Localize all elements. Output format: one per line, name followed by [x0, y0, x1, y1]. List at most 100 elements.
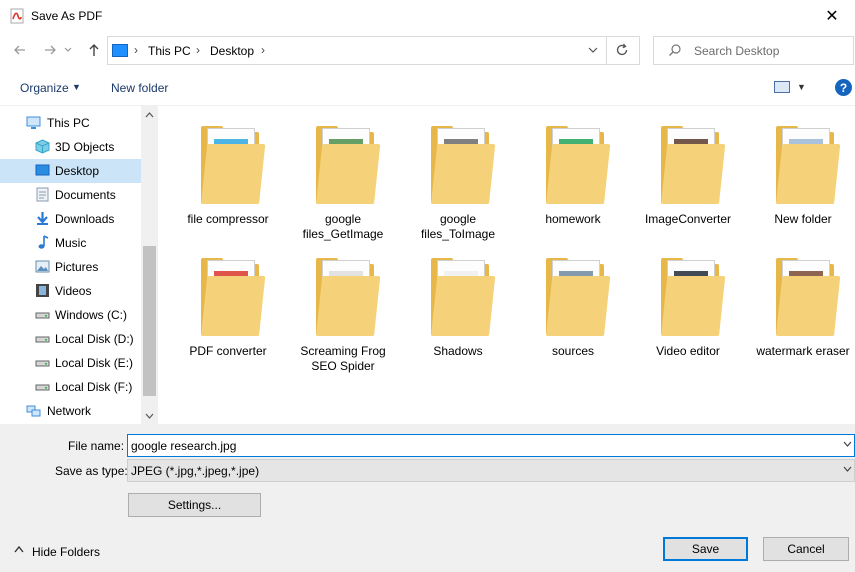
chevron-up-icon[interactable] [14, 545, 24, 555]
folder-item[interactable]: Video editor [632, 242, 744, 368]
folder-icon [776, 122, 841, 210]
sidebar-item-local-disk-e[interactable]: Local Disk (E:) [0, 351, 141, 375]
folder-icon [431, 122, 496, 210]
search-icon [669, 44, 681, 56]
sidebar-item-documents[interactable]: Documents [0, 183, 141, 207]
folder-icon [546, 122, 611, 210]
command-toolbar: Organize ▼ New folder ▼ ? [0, 70, 855, 106]
sidebar-item-label: Pictures [55, 260, 99, 274]
new-folder-button[interactable]: New folder [111, 81, 168, 95]
cancel-button[interactable]: Cancel [763, 537, 849, 561]
sidebar-item-label: This PC [47, 116, 90, 130]
folder-label: Shadows [433, 344, 483, 358]
save-button-label: Save [691, 542, 720, 556]
cancel-button-label: Cancel [787, 542, 825, 556]
folder-item[interactable]: New folder [747, 110, 855, 236]
download-icon [35, 211, 50, 226]
folder-icon [316, 122, 381, 210]
folder-item[interactable]: homework [517, 110, 629, 236]
search-input[interactable]: Search Desktop [653, 36, 854, 65]
film-icon [35, 283, 50, 298]
folder-item[interactable]: Shadows [402, 242, 514, 368]
breadcrumb-separator-icon[interactable]: › [261, 43, 265, 57]
chevron-down-icon [843, 464, 852, 475]
folder-label: watermark eraser [756, 344, 850, 358]
folder-label: file compressor [187, 212, 269, 226]
folder-item[interactable]: google files_ToImage [402, 110, 514, 241]
desktop-icon [35, 163, 50, 178]
sidebar-item-label: Local Disk (F:) [55, 380, 133, 394]
view-options-dropdown[interactable]: ▼ [797, 82, 806, 92]
settings-button[interactable]: Settings... [128, 493, 261, 517]
breadcrumb-desktop[interactable]: Desktop [210, 44, 254, 58]
sidebar-item-videos[interactable]: Videos [0, 279, 141, 303]
music-note-icon [35, 235, 50, 250]
folder-item[interactable]: sources [517, 242, 629, 368]
folder-label: sources [551, 344, 595, 358]
view-options-icon[interactable] [774, 81, 790, 93]
file-name-label-text: File name: [68, 439, 125, 453]
sidebar-item-downloads[interactable]: Downloads [0, 207, 141, 231]
breadcrumb-this-pc[interactable]: This PC [148, 44, 191, 58]
address-bar[interactable]: › This PC › Desktop › [107, 36, 640, 65]
scroll-up-arrow-icon[interactable] [141, 106, 158, 123]
scroll-thumb[interactable] [143, 246, 156, 396]
folder-item[interactable]: PDF converter [172, 242, 284, 368]
caret-down-icon: ▼ [72, 82, 81, 92]
close-icon: ✕ [825, 8, 839, 25]
sidebar-item-label: Desktop [55, 164, 100, 178]
folder-label: Screaming Frog SEO Spider [300, 344, 386, 373]
sidebar-item-desktop[interactable]: Desktop [0, 159, 141, 183]
save-type-select[interactable]: JPEG (*.jpg,*.jpeg,*.jpe) [127, 459, 855, 482]
folder-icon [661, 122, 726, 210]
recent-locations-button[interactable] [62, 40, 74, 60]
folder-icon [776, 254, 841, 342]
pdf-icon [10, 8, 24, 24]
sidebar-item-pictures[interactable]: Pictures [0, 255, 141, 279]
sidebar-item-label: Videos [55, 284, 92, 298]
arrow-right-icon [45, 45, 56, 55]
sidebar-item-windows-c[interactable]: Windows (C:) [0, 303, 141, 327]
sidebar-item-this-pc[interactable]: This PC [0, 111, 141, 135]
folder-item[interactable]: google files_GetImage [287, 110, 399, 241]
save-button[interactable]: Save [663, 537, 748, 561]
folder-item[interactable]: Screaming Frog SEO Spider [287, 242, 399, 373]
folder-item[interactable]: ImageConverter [632, 110, 744, 236]
sidebar-item-label: Local Disk (E:) [55, 356, 134, 370]
sidebar-item-local-disk-f[interactable]: Local Disk (F:) [0, 375, 141, 399]
sidebar-item-label: Music [55, 236, 87, 250]
sidebar-item-label: Windows (C:) [55, 308, 128, 322]
close-button[interactable]: ✕ [809, 0, 855, 32]
folder-item[interactable]: file compressor [172, 110, 284, 236]
forward-button[interactable] [40, 40, 60, 60]
refresh-button[interactable] [613, 41, 631, 59]
hide-folders-button[interactable]: Hide Folders [32, 545, 100, 559]
save-type-value: JPEG (*.jpg,*.jpeg,*.jpe) [131, 464, 260, 478]
sidebar-item-music[interactable]: Music [0, 231, 141, 255]
sidebar-item-label: Documents [55, 188, 116, 202]
sidebar-item-network[interactable]: Network [0, 399, 141, 423]
folder-icon [661, 254, 726, 342]
folder-icon [546, 254, 611, 342]
network-icon [26, 403, 41, 418]
back-button[interactable] [10, 40, 30, 60]
help-icon: ? [839, 80, 848, 95]
chevron-down-icon[interactable] [843, 439, 852, 450]
help-button[interactable]: ? [835, 79, 852, 96]
sidebar-item-local-disk-d[interactable]: Local Disk (D:) [0, 327, 141, 351]
folder-label: google files_GetImage [302, 212, 384, 241]
organize-button[interactable]: Organize [20, 81, 69, 95]
save-type-label: Save as type: [55, 464, 128, 478]
address-dropdown-button[interactable] [585, 42, 601, 58]
refresh-icon [616, 43, 628, 56]
folder-item[interactable]: watermark eraser [747, 242, 855, 368]
chevron-down-icon [64, 47, 72, 52]
sidebar-item-3d-objects[interactable]: 3D Objects [0, 135, 141, 159]
sidebar-scrollbar[interactable] [141, 106, 158, 424]
scroll-down-arrow-icon[interactable] [141, 407, 158, 424]
folder-label: homework [545, 212, 601, 226]
folder-icon [316, 254, 381, 342]
title-bar: Save As PDF ✕ [0, 0, 855, 32]
up-button[interactable] [84, 40, 104, 60]
file-name-input[interactable]: google research.jpg [127, 434, 855, 457]
